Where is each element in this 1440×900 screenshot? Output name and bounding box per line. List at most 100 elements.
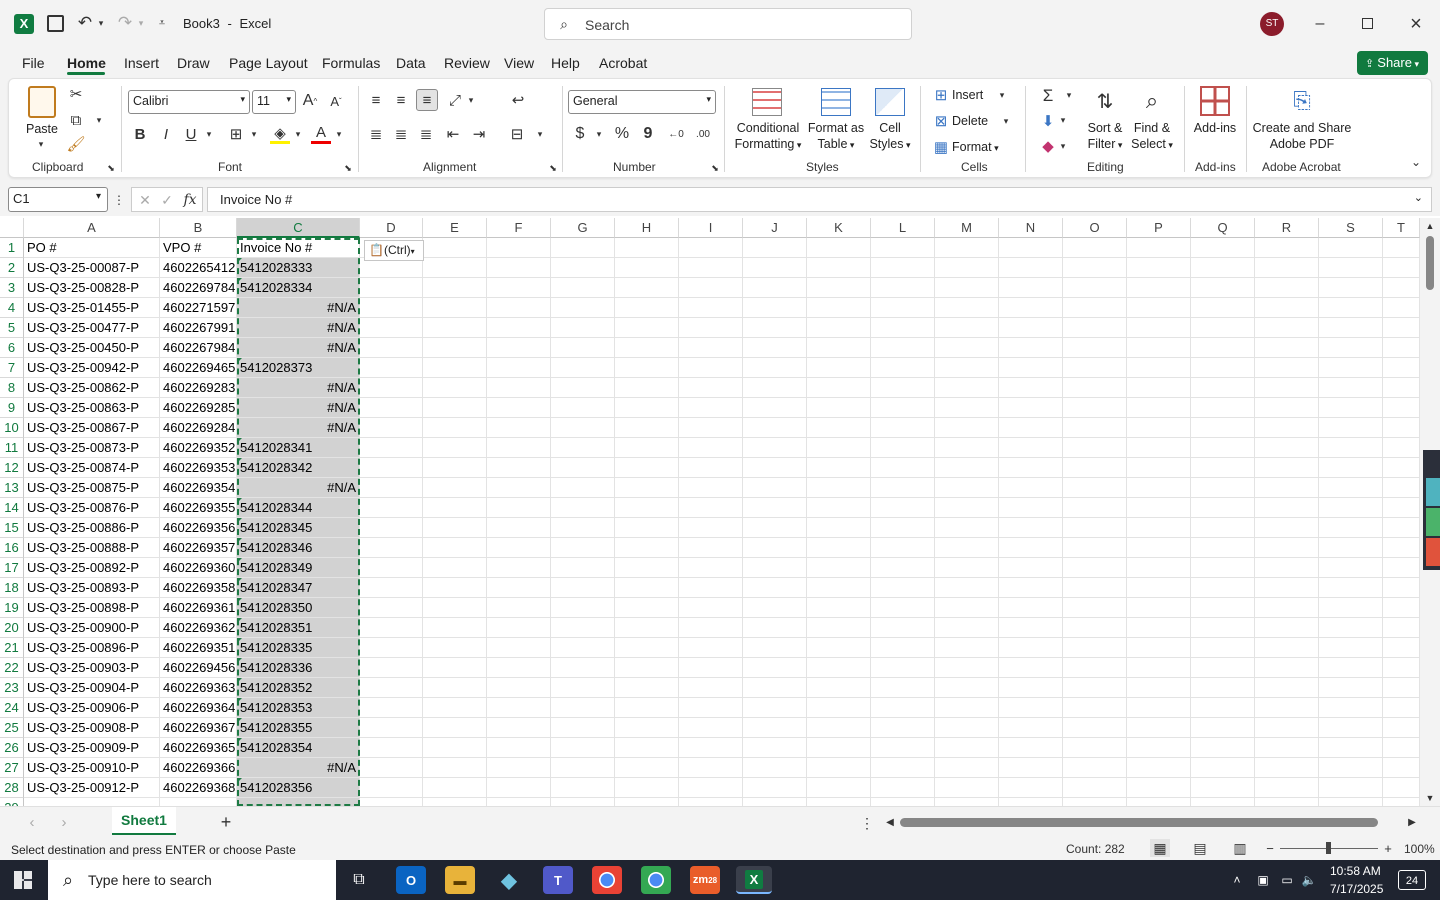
cell[interactable] [1319,318,1383,338]
copy-icon[interactable]: ⧉ [66,110,86,130]
cell[interactable] [679,638,743,658]
cell[interactable] [935,698,999,718]
cell[interactable] [807,578,871,598]
cell[interactable] [743,638,807,658]
cell[interactable] [1063,558,1127,578]
cell[interactable]: US-Q3-25-00477-P [24,318,160,338]
cell[interactable] [743,398,807,418]
cell[interactable] [423,738,487,758]
cell[interactable] [360,358,423,378]
cell[interactable] [1063,618,1127,638]
conditional-formatting-label-2[interactable]: Formatting ▾ [728,136,808,153]
cell[interactable]: 5412028347 [237,578,360,598]
cell[interactable] [743,798,807,806]
cell[interactable] [1255,298,1319,318]
cell[interactable] [999,778,1063,798]
cell[interactable] [999,558,1063,578]
cell[interactable]: #N/A [237,298,360,318]
cell[interactable]: 4602269784 [160,278,237,298]
cell[interactable] [360,578,423,598]
cell-styles-icon[interactable] [875,88,905,116]
cell[interactable] [423,458,487,478]
add-ins-label[interactable]: Add-ins [1190,120,1240,136]
cell[interactable] [487,278,551,298]
cell[interactable] [615,658,679,678]
cell[interactable] [679,598,743,618]
cell[interactable] [1063,278,1127,298]
cell[interactable] [1319,558,1383,578]
column-header-n[interactable]: N [999,218,1063,238]
cell[interactable] [423,698,487,718]
cell[interactable] [487,338,551,358]
scroll-down-icon[interactable]: ▼ [1424,792,1436,804]
cell[interactable] [935,398,999,418]
cell[interactable] [999,258,1063,278]
percent-icon[interactable]: % [612,124,632,144]
column-header-o[interactable]: O [1063,218,1127,238]
cell[interactable] [1383,798,1420,806]
borders-icon[interactable]: ⊞ [226,124,246,144]
cell[interactable] [1319,538,1383,558]
cell[interactable] [679,538,743,558]
cell[interactable] [551,298,615,318]
cell[interactable] [615,318,679,338]
cell[interactable] [807,418,871,438]
format-as-table-label-2[interactable]: Table ▾ [806,136,866,153]
cell[interactable] [487,358,551,378]
cell[interactable] [487,678,551,698]
column-header-t[interactable]: T [1383,218,1420,238]
cell[interactable] [1127,658,1191,678]
cell[interactable] [679,398,743,418]
column-header-f[interactable]: F [487,218,551,238]
cell[interactable] [1319,358,1383,378]
row-header[interactable]: 27 [0,758,24,778]
column-header-c[interactable]: C [237,218,360,238]
column-header-h[interactable]: H [615,218,679,238]
cell[interactable] [743,298,807,318]
cell[interactable] [935,578,999,598]
cell[interactable] [679,678,743,698]
cell[interactable] [871,358,935,378]
cell[interactable] [743,758,807,778]
cell[interactable] [999,678,1063,698]
cancel-icon[interactable]: ✕ [136,190,154,210]
cell[interactable] [871,318,935,338]
cell[interactable] [423,638,487,658]
expand-formula-icon[interactable]: ⌄ [1414,191,1423,204]
cell[interactable] [360,598,423,618]
cell[interactable]: 4602269363 [160,678,237,698]
app-diamond-icon[interactable]: ◆ [494,866,524,894]
cell[interactable] [935,638,999,658]
cell[interactable] [999,458,1063,478]
outlook-icon[interactable]: O [396,866,426,894]
redo-icon[interactable]: ↷ [115,12,135,34]
cell[interactable] [551,478,615,498]
enter-icon[interactable]: ✓ [158,190,176,210]
cell[interactable] [1191,398,1255,418]
cell[interactable] [1127,798,1191,806]
zoom-app-icon[interactable]: zm 28 [690,866,720,894]
cell[interactable] [360,758,423,778]
share-button[interactable]: ⇪ Share ▾ [1357,51,1428,75]
function-icon[interactable]: fx [180,190,200,210]
horizontal-scroll-thumb[interactable] [900,818,1378,827]
cell[interactable] [679,738,743,758]
cell[interactable]: 4602269366 [160,758,237,778]
decrease-font-icon[interactable]: Aˇ [326,91,346,111]
cell[interactable]: 5412028346 [237,538,360,558]
cell[interactable] [615,238,679,258]
cell[interactable]: 5412028345 [237,518,360,538]
cell[interactable] [487,778,551,798]
increase-font-icon[interactable]: A ^ [300,91,320,111]
cell[interactable]: #N/A [237,338,360,358]
cell[interactable] [360,518,423,538]
row-header[interactable]: 23 [0,678,24,698]
orientation-icon[interactable]: ⤢ [445,90,465,110]
cell[interactable] [935,418,999,438]
cell[interactable] [1319,238,1383,258]
cell[interactable] [1383,258,1420,278]
cell[interactable] [999,598,1063,618]
cell[interactable] [679,378,743,398]
cell[interactable] [1319,658,1383,678]
cell[interactable] [1319,738,1383,758]
